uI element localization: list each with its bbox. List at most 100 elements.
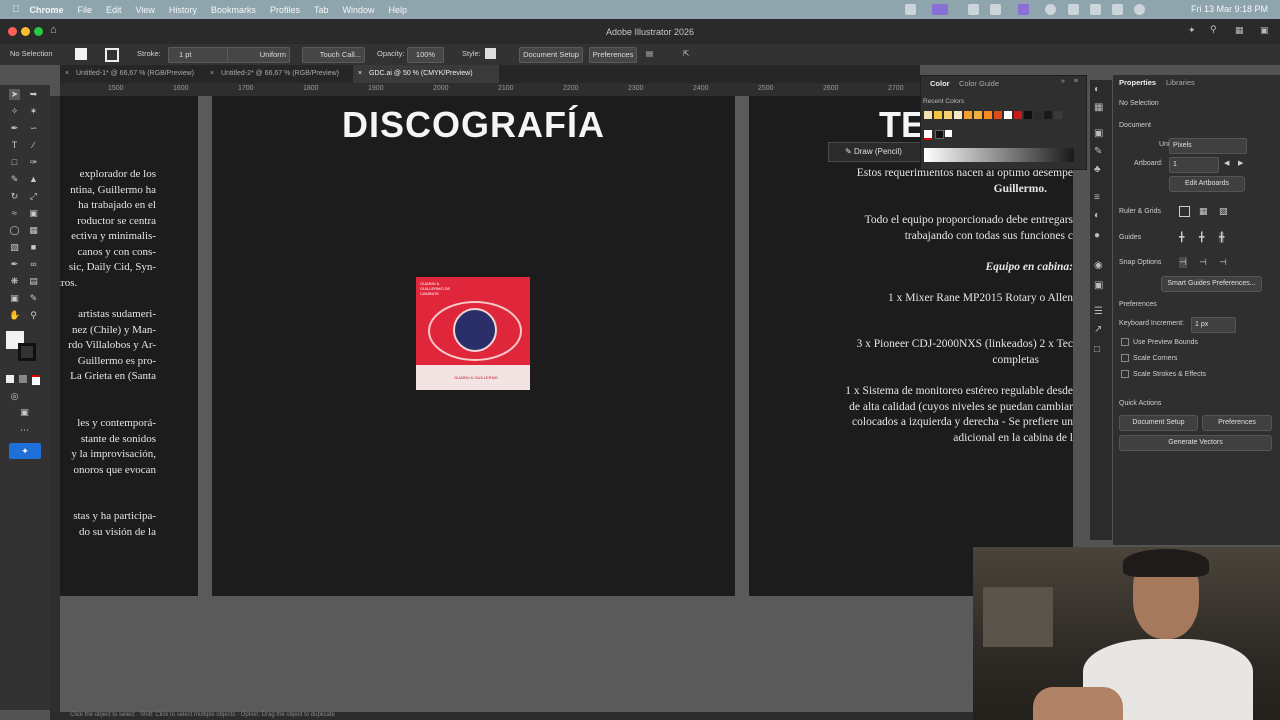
pen-tool-icon[interactable]: ✒ (9, 123, 20, 134)
show-guides-icon[interactable]: ╋ (1179, 232, 1184, 243)
artboards-icon[interactable]: □ (1094, 344, 1100, 355)
tab-untitled-2[interactable]: × Untitled-2* @ 66,67 % (RGB/Preview) (205, 65, 356, 83)
variable-width-profile[interactable]: Uniform (227, 47, 290, 63)
siri-icon[interactable] (1134, 4, 1145, 15)
gradient-panel-icon[interactable]: ▣ (1094, 280, 1103, 291)
width-tool-icon[interactable]: ≈ (9, 208, 20, 219)
color-swatch[interactable] (924, 111, 932, 119)
color-swatch[interactable] (1034, 111, 1042, 119)
brushes-icon[interactable]: ✎ (1094, 146, 1102, 157)
menu-tab[interactable]: Tab (314, 5, 329, 15)
panel-menu-icon[interactable]: ≡ (1074, 78, 1078, 85)
color-swatch[interactable] (994, 111, 1002, 119)
smart-guides-icon[interactable]: ╋ (1219, 232, 1225, 243)
status-icon[interactable] (905, 4, 916, 15)
edit-artboards-button[interactable]: Edit Artboards (1169, 176, 1245, 192)
pixel-grid-icon[interactable]: ▧ (1219, 206, 1228, 217)
paintbrush-tool-icon[interactable]: ✑ (28, 157, 39, 168)
rotate-tool-icon[interactable]: ↻ (9, 191, 20, 202)
more-tools-icon[interactable]: ⋯ (19, 425, 30, 436)
preferences-button[interactable]: Preferences (1202, 415, 1272, 431)
smart-guides-preferences-button[interactable]: Smart Guides Preferences... (1161, 276, 1262, 292)
gradient-mode-icon[interactable] (19, 375, 27, 383)
ruler-icon[interactable] (1179, 206, 1190, 217)
screen-mode-icon[interactable]: ▣ (19, 407, 30, 418)
scale-strokes-checkbox[interactable]: Scale Strokes & Effects (1121, 370, 1206, 378)
menu-file[interactable]: File (78, 5, 93, 15)
export-icon[interactable]: ↗ (1094, 324, 1102, 335)
column-graph-tool-icon[interactable]: ▤ (28, 276, 39, 287)
align-icon[interactable]: ▤ (646, 49, 653, 58)
play-icon[interactable] (1045, 4, 1056, 15)
close-icon[interactable]: × (210, 65, 214, 83)
canvas[interactable]: explorador de los ntina, Guillermo ha ha… (60, 96, 1073, 716)
rectangle-tool-icon[interactable]: □ (9, 157, 20, 168)
document-setup-button[interactable]: Document Setup (1119, 415, 1198, 431)
previous-artboard-icon[interactable]: ◀ (1224, 159, 1229, 167)
mesh-tool-icon[interactable]: ▧ (9, 242, 20, 253)
close-icon[interactable]: × (358, 65, 362, 83)
discover-icon[interactable]: ✦ (1188, 25, 1196, 36)
close-icon[interactable]: × (65, 65, 69, 83)
menu-history[interactable]: History (169, 5, 197, 15)
color-swatch[interactable] (954, 111, 962, 119)
scale-corners-checkbox[interactable]: Scale Corners (1121, 354, 1177, 362)
arrange-icon[interactable]: ▦ (1235, 25, 1244, 36)
collapse-icon[interactable]: » (1061, 78, 1065, 85)
type-tool-icon[interactable]: T (9, 140, 20, 151)
stroke-swatch[interactable] (105, 48, 119, 62)
hand-tool-icon[interactable]: ✋ (9, 310, 20, 321)
artboard-rider[interactable]: TE Estos requerimientos hacen al óptimo … (749, 96, 1073, 596)
perspective-grid-tool-icon[interactable]: ▦ (28, 225, 39, 236)
generate-vectors-button[interactable]: Generate Vectors (1119, 435, 1272, 451)
color-swatch[interactable] (1054, 111, 1062, 119)
tab-color-guide[interactable]: Color Guide (959, 79, 999, 88)
tab-properties[interactable]: Properties (1119, 78, 1156, 87)
menu-bookmarks[interactable]: Bookmarks (211, 5, 256, 15)
color-swatch[interactable] (934, 111, 942, 119)
menu-window[interactable]: Window (342, 5, 374, 15)
workspace-icon[interactable]: ▣ (1260, 25, 1269, 36)
preferences-button[interactable]: Preferences (589, 47, 637, 63)
lasso-tool-icon[interactable]: ✶ (28, 106, 39, 117)
control-center-icon[interactable] (1112, 4, 1123, 15)
artboard-dropdown[interactable]: 1 (1169, 157, 1219, 173)
document-setup-button[interactable]: Document Setup (519, 47, 583, 63)
color-swatch[interactable] (984, 111, 992, 119)
artboard-tool-icon[interactable]: ▣ (9, 293, 20, 304)
menu-clock[interactable]: Fri 13 Mar 9:18 PM (1191, 4, 1268, 14)
color-swatch[interactable] (1004, 111, 1012, 119)
album-cover[interactable]: GUARNI & GUILLERMO DE CAMINOS GUARNI & G… (416, 277, 530, 390)
pencil-tool-icon[interactable]: ✎ (9, 174, 20, 185)
eraser-tool-icon[interactable]: ▲ (28, 174, 39, 185)
next-artboard-icon[interactable]: ▶ (1238, 159, 1243, 167)
line-tool-icon[interactable]: ∕ (28, 140, 39, 151)
keyboard-increment-field[interactable]: 1 px (1191, 317, 1236, 333)
direct-selection-tool-icon[interactable]: ➥ (28, 89, 39, 100)
discografia-title[interactable]: DISCOGRAFÍA (212, 104, 735, 146)
layers-icon[interactable]: ☰ (1094, 306, 1103, 317)
color-swatch[interactable] (1014, 111, 1022, 119)
rider-title-fragment[interactable]: TE (879, 104, 925, 146)
screen-record-icon[interactable] (932, 4, 948, 15)
color-swatch[interactable] (944, 111, 952, 119)
apple-icon[interactable]:  (12, 4, 20, 15)
color-swatch[interactable] (1044, 111, 1052, 119)
menu-help[interactable]: Help (388, 5, 407, 15)
graphic-styles-icon[interactable]: ◉ (1094, 260, 1103, 271)
color-swatch[interactable] (964, 111, 972, 119)
swatches-icon[interactable]: ▦ (1094, 102, 1103, 113)
gradient-tool-icon[interactable]: ■ (28, 242, 39, 253)
menu-edit[interactable]: Edit (106, 5, 122, 15)
color-swatch[interactable] (974, 111, 982, 119)
transparency-icon[interactable]: ◐ (1094, 210, 1100, 221)
tab-libraries[interactable]: Libraries (1166, 78, 1195, 87)
eyedropper-tool-icon[interactable]: ✒ (9, 259, 20, 270)
tab-color[interactable]: Color (930, 79, 950, 88)
generative-tool-icon[interactable]: ✦ (9, 443, 41, 459)
none-swatch[interactable] (924, 130, 932, 140)
selection-tool-icon[interactable]: ➤ (9, 89, 20, 100)
slice-tool-icon[interactable]: ✎ (28, 293, 39, 304)
color-spectrum-bar[interactable] (924, 148, 1074, 162)
white-swatch[interactable] (945, 130, 952, 137)
